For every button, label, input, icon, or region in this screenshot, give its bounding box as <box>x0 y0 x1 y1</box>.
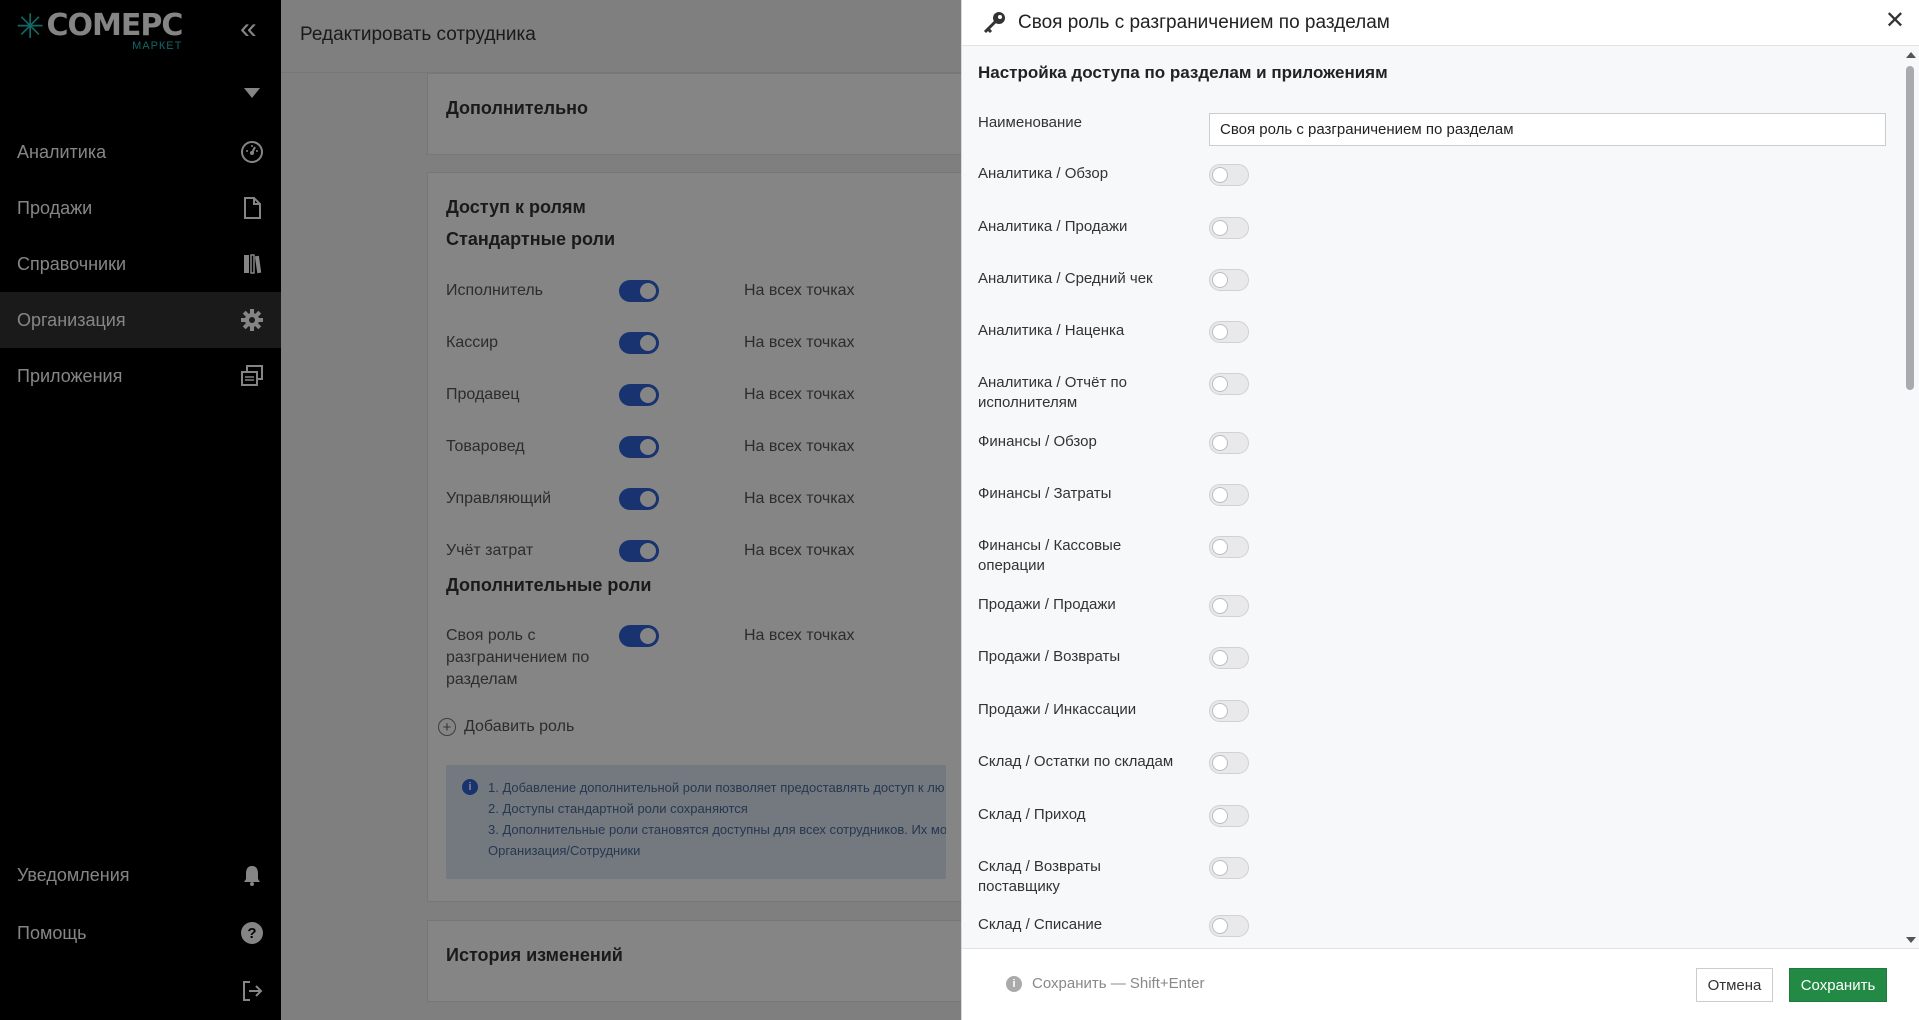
permission-toggle[interactable] <box>1209 484 1249 506</box>
scroll-thumb[interactable] <box>1906 66 1914 390</box>
name-input[interactable] <box>1209 113 1886 146</box>
key-icon <box>982 10 1008 36</box>
save-button[interactable]: Сохранить <box>1789 968 1887 1002</box>
modal-header: Своя роль с разграничением по разделам ✕ <box>962 0 1919 46</box>
permission-toggle[interactable] <box>1209 915 1249 937</box>
permission-toggle[interactable] <box>1209 595 1249 617</box>
permission-toggle[interactable] <box>1209 373 1249 395</box>
permission-label: Склад / Списание <box>978 916 1103 933</box>
permission-label: Продажи / Продажи <box>978 596 1116 613</box>
permission-toggle[interactable] <box>1209 805 1249 827</box>
role-modal: Своя роль с разграничением по разделам ✕… <box>961 0 1919 1020</box>
permission-label: Финансы / Кассовые операции <box>978 537 1122 574</box>
permission-toggle[interactable] <box>1209 700 1249 722</box>
permission-toggle[interactable] <box>1209 536 1249 558</box>
permission-label: Финансы / Затраты <box>978 485 1112 502</box>
save-hint-text: Сохранить — Shift+Enter <box>1032 975 1205 992</box>
info-icon: i <box>1006 975 1022 992</box>
permission-toggle[interactable] <box>1209 269 1249 291</box>
permission-label: Продажи / Инкассации <box>978 701 1137 718</box>
permission-toggle[interactable] <box>1209 752 1249 774</box>
permission-label: Аналитика / Средний чек <box>978 270 1153 287</box>
permission-label: Финансы / Обзор <box>978 433 1097 450</box>
permission-label: Аналитика / Отчёт по исполнителям <box>978 374 1127 411</box>
permission-toggle[interactable] <box>1209 647 1249 669</box>
section-title: Настройка доступа по разделам и приложен… <box>978 63 1388 82</box>
permission-label: Аналитика / Продажи <box>978 218 1128 235</box>
permission-toggle[interactable] <box>1209 857 1249 879</box>
permission-toggle[interactable] <box>1209 164 1249 186</box>
scroll-up-icon[interactable] <box>1906 52 1916 58</box>
name-label: Наименование <box>978 114 1082 131</box>
modal-body: Настройка доступа по разделам и приложен… <box>962 46 1902 949</box>
permission-toggle[interactable] <box>1209 321 1249 343</box>
modal-title: Своя роль с разграничением по разделам <box>1018 12 1390 33</box>
save-hint: i Сохранить — Shift+Enter <box>1006 975 1205 992</box>
modal-footer: i Сохранить — Shift+Enter Отмена Сохрани… <box>962 948 1919 1020</box>
permission-toggle[interactable] <box>1209 432 1249 454</box>
permission-label: Аналитика / Обзор <box>978 165 1109 182</box>
permission-label: Склад / Остатки по складам <box>978 753 1174 770</box>
scroll-down-icon[interactable] <box>1906 937 1916 943</box>
close-icon[interactable]: ✕ <box>1885 9 1905 33</box>
permission-toggle[interactable] <box>1209 217 1249 239</box>
cancel-button[interactable]: Отмена <box>1696 968 1773 1002</box>
permission-label: Продажи / Возвраты <box>978 648 1121 665</box>
modal-scrollbar[interactable] <box>1901 46 1919 949</box>
permission-label: Склад / Возвраты поставщику <box>978 858 1101 895</box>
permission-label: Склад / Приход <box>978 806 1086 823</box>
permission-label: Аналитика / Наценка <box>978 322 1125 339</box>
